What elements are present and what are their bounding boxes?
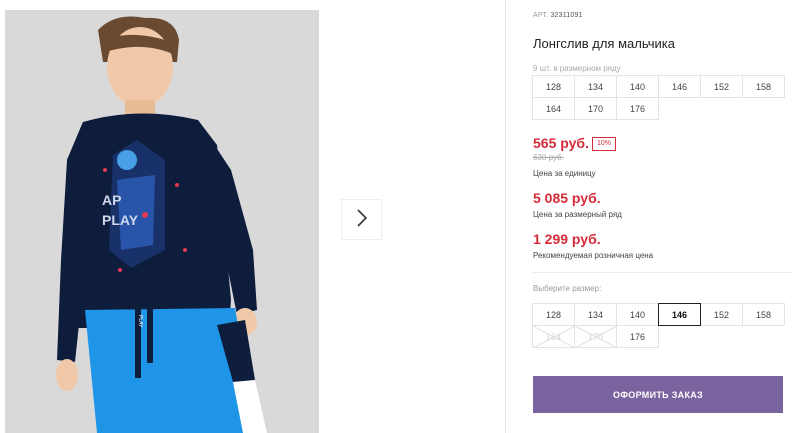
old-price: 630 руб. (533, 153, 564, 162)
size-option-152[interactable]: 152 (700, 303, 743, 326)
size-row-note: 9 шт. в размерном ряду (533, 64, 621, 73)
size-row-cell: 176 (616, 97, 659, 120)
choose-size-label: Выберите размер: (533, 284, 602, 293)
retail-price-caption: Рекомендуемая розничная цена (533, 251, 654, 260)
size-option-170: 170 (574, 325, 617, 348)
discount-badge: 10% (592, 137, 617, 151)
sku-label: АРТ. (533, 12, 549, 19)
size-row-cell: 128 (532, 75, 575, 98)
size-row-cell: 134 (574, 75, 617, 98)
size-selector: 128 134 140 146 152 158 164 170 176 (532, 303, 785, 348)
unit-price-caption: Цена за единицу (533, 169, 596, 178)
sku: АРТ. 32311091 (533, 12, 583, 19)
size-option-134[interactable]: 134 (574, 303, 617, 326)
size-row-cell: 164 (532, 97, 575, 120)
size-row-grid: 128 134 140 146 152 158 164 170 176 (532, 75, 785, 120)
product-photo: AP PLAY PLAY (5, 10, 319, 433)
size-option-164: 164 (532, 325, 575, 348)
retail-price: 1 299 руб. (533, 231, 601, 247)
sku-number: 32311091 (550, 12, 583, 19)
crossed-out-icon (533, 326, 575, 348)
size-option-140[interactable]: 140 (616, 303, 659, 326)
print-text-play: PLAY (102, 212, 139, 228)
section-divider (533, 272, 793, 273)
size-row-cell: 170 (574, 97, 617, 120)
price: 565 руб. (533, 135, 589, 151)
row-price-caption: Цена за размерный ряд (533, 210, 622, 219)
size-row-cell: 152 (700, 75, 743, 98)
product-title: Лонгслив для мальчика (533, 36, 675, 51)
chevron-right-icon (356, 209, 368, 230)
next-image-button[interactable] (342, 200, 381, 239)
print-text-ap: AP (102, 192, 121, 208)
size-row-cell: 158 (742, 75, 785, 98)
size-row-cell: 146 (658, 75, 701, 98)
size-option-146[interactable]: 146 (658, 303, 701, 326)
size-row-cell: 140 (616, 75, 659, 98)
size-option-176[interactable]: 176 (616, 325, 659, 348)
size-option-158[interactable]: 158 (742, 303, 785, 326)
panel-divider (505, 0, 506, 433)
order-button[interactable]: ОФОРМИТЬ ЗАКАЗ (533, 376, 783, 413)
product-gallery: AP PLAY PLAY (0, 0, 505, 433)
size-option-128[interactable]: 128 (532, 303, 575, 326)
crossed-out-icon (575, 326, 617, 348)
row-price: 5 085 руб. (533, 190, 601, 206)
drawstring-text: PLAY (137, 315, 143, 328)
